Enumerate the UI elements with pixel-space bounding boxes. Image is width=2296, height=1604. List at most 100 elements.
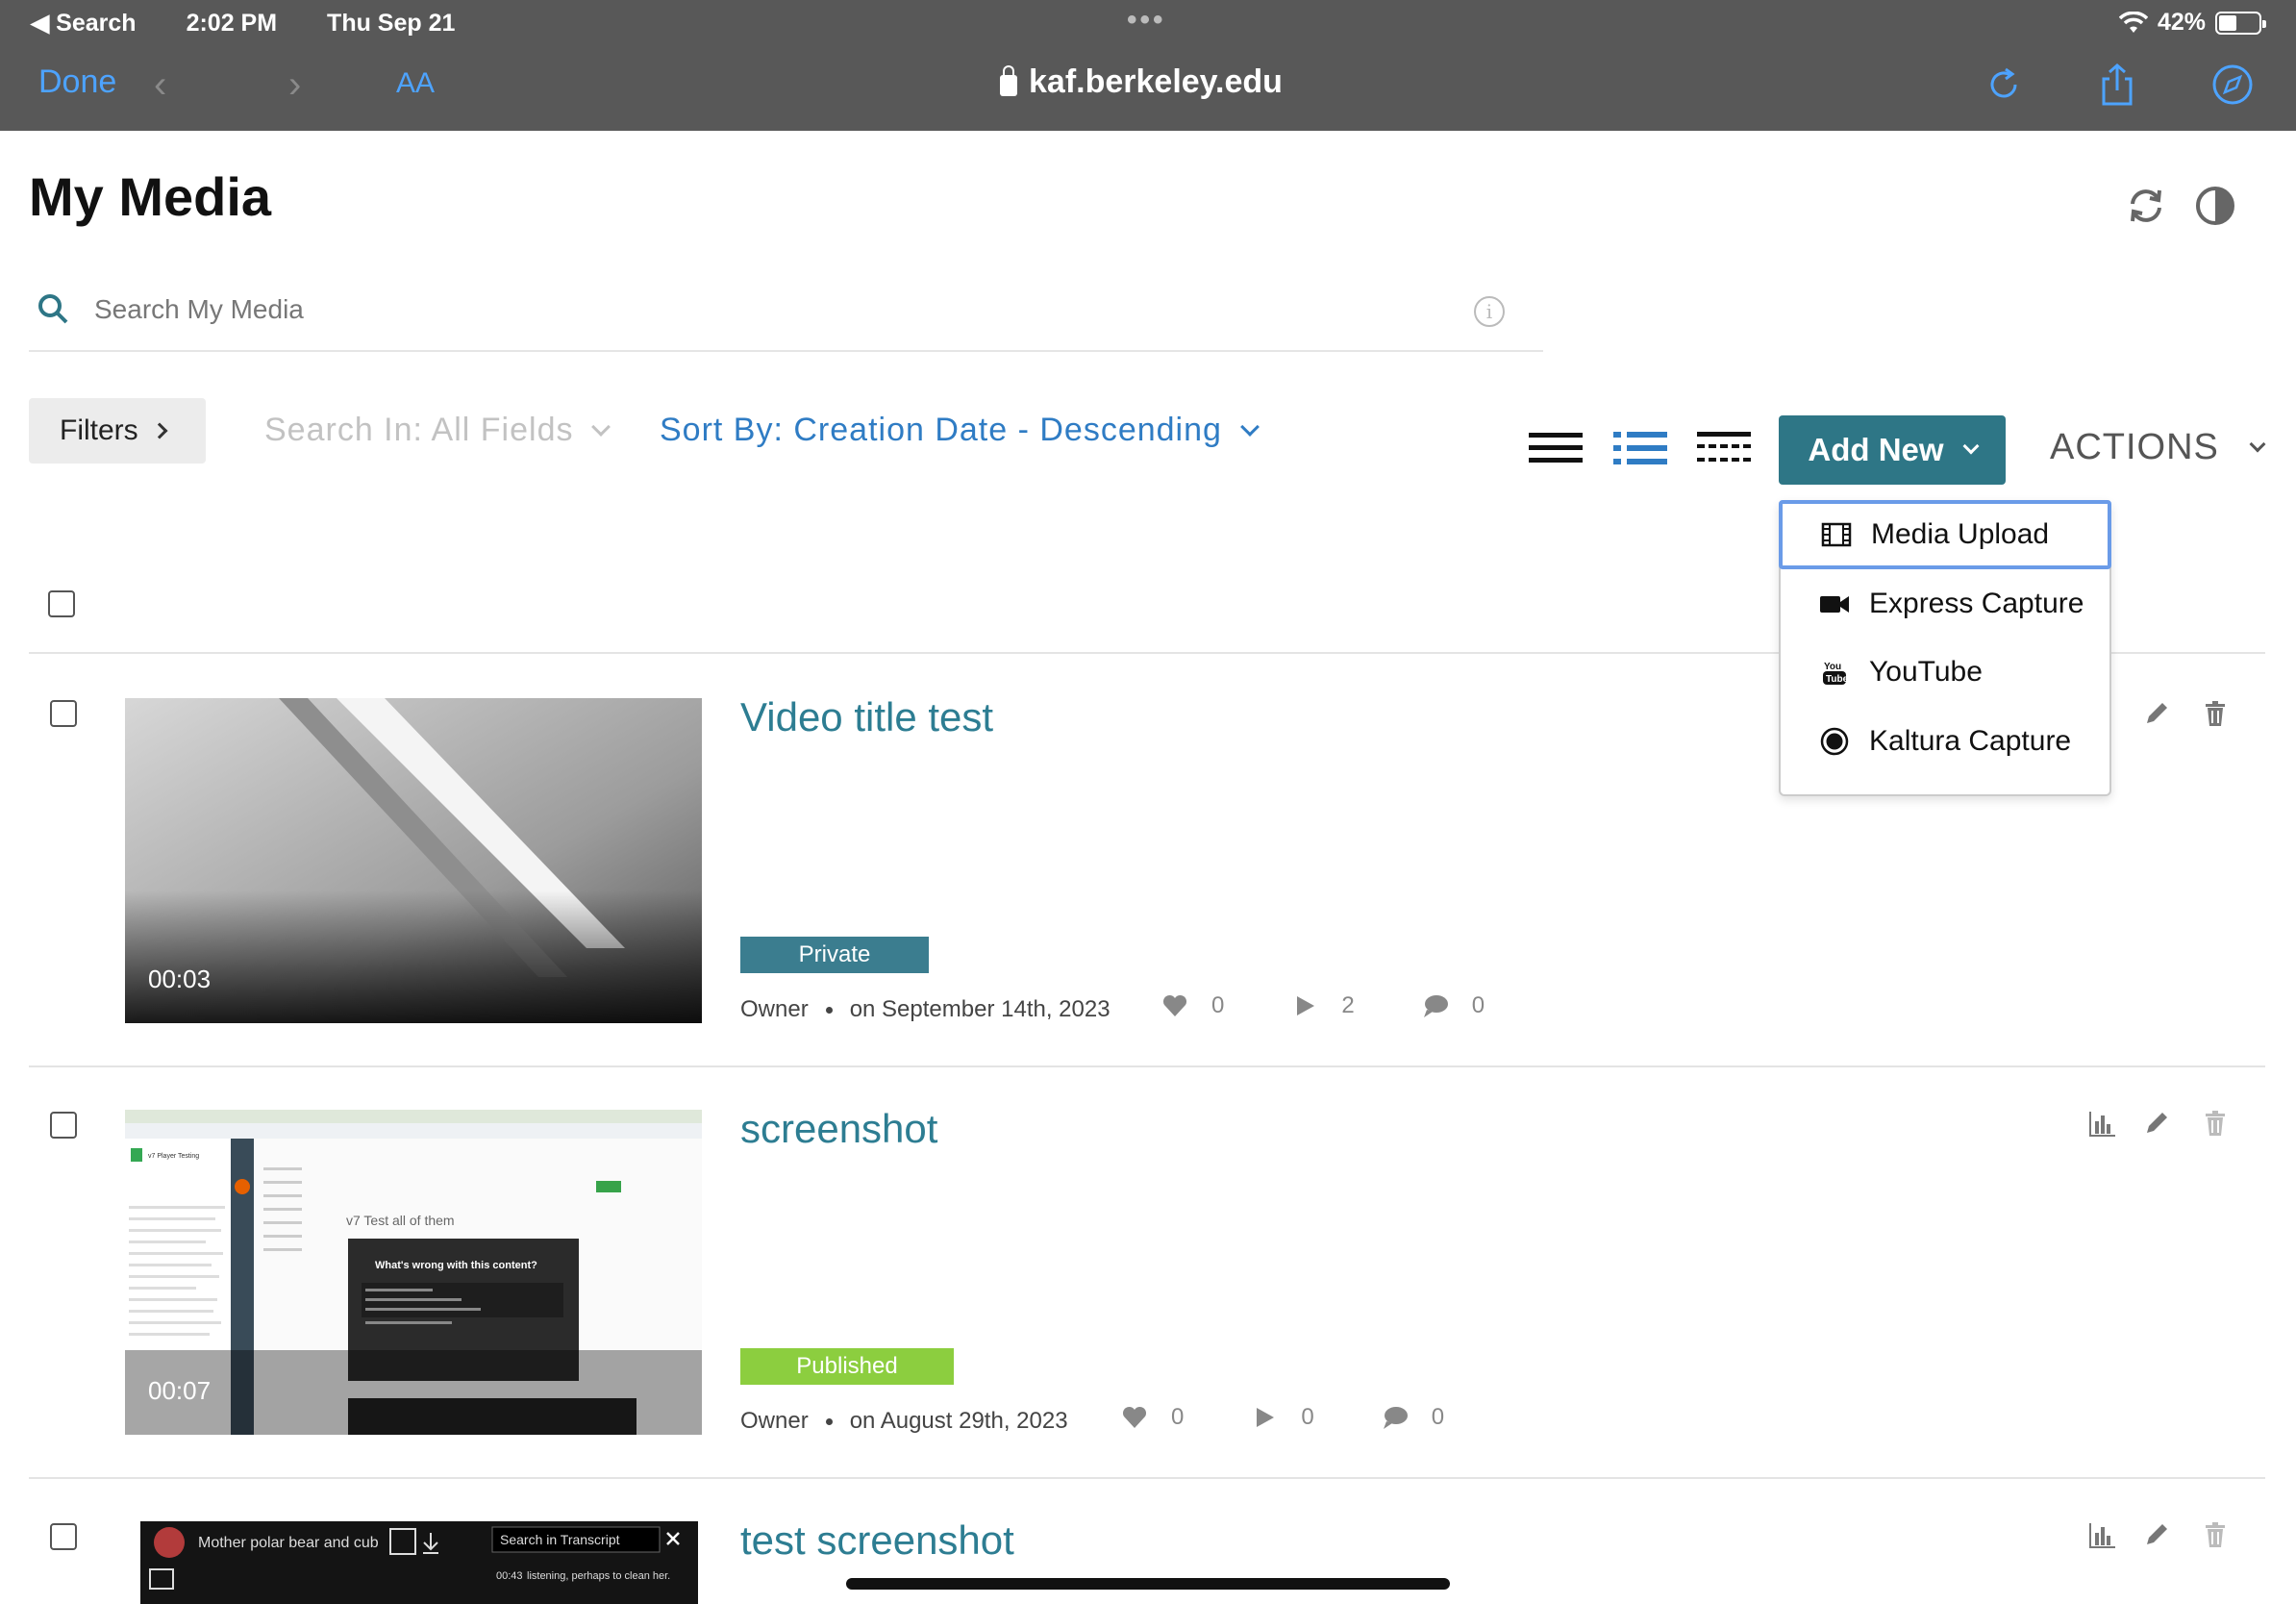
search-icon[interactable] bbox=[37, 292, 69, 325]
row-checkbox[interactable] bbox=[50, 1112, 77, 1139]
filters-button[interactable]: Filters bbox=[29, 398, 206, 464]
refresh-icon[interactable] bbox=[2125, 185, 2167, 227]
media-thumbnail[interactable]: v7 Player Testing v7 Test all of them Wh… bbox=[125, 1110, 702, 1435]
compass-icon[interactable] bbox=[2209, 62, 2256, 108]
status-badge: Private bbox=[740, 937, 929, 973]
add-new-menu: Media Upload Express Capture You Tube You… bbox=[1779, 500, 2111, 796]
sort-by-dropdown[interactable]: Sort By: Creation Date - Descending bbox=[660, 412, 1260, 449]
plays-count: 0 bbox=[1301, 1404, 1314, 1430]
thumb-video-title: Mother polar bear and cub bbox=[198, 1535, 379, 1551]
chevron-down-icon bbox=[1240, 416, 1260, 437]
browser-nav-bar: Done ‹ › AA kaf.berkeley.edu bbox=[0, 44, 2296, 131]
back-to-search-link[interactable]: ◀ Search bbox=[31, 9, 137, 38]
pencil-icon[interactable] bbox=[2141, 698, 2172, 729]
analytics-icon[interactable] bbox=[2086, 1108, 2117, 1139]
media-thumbnail[interactable]: Mother polar bear and cub Search in Tran… bbox=[140, 1521, 698, 1604]
back-arrow-icon[interactable]: ‹ bbox=[154, 63, 166, 107]
pencil-icon[interactable] bbox=[2141, 1108, 2172, 1139]
home-indicator bbox=[846, 1578, 1450, 1590]
detailed-list-view-icon[interactable] bbox=[1613, 429, 1667, 467]
comment-icon bbox=[1383, 1407, 1408, 1429]
video-camera-icon bbox=[1820, 596, 1849, 613]
menu-item-youtube[interactable]: You Tube YouTube bbox=[1781, 638, 2109, 707]
safari-top-bar: ◀ Search 2:02 PM Thu Sep 21 ••• 42% Done… bbox=[0, 0, 2296, 131]
thumbnail-view-icon[interactable] bbox=[1697, 429, 1751, 467]
thumb-transcript-search: Search in Transcript bbox=[500, 1532, 620, 1547]
url-bar[interactable]: kaf.berkeley.edu bbox=[1000, 63, 1283, 101]
play-icon bbox=[1257, 1408, 1275, 1427]
duration-label: 00:03 bbox=[148, 965, 212, 993]
row-checkbox[interactable] bbox=[50, 1523, 77, 1550]
media-thumbnail[interactable]: 00:03 bbox=[125, 698, 702, 1023]
media-stats: 0 2 0 bbox=[1161, 992, 1485, 1019]
page-title: My Media bbox=[29, 166, 272, 227]
text-size-button[interactable]: AA bbox=[396, 67, 435, 100]
film-icon bbox=[1821, 522, 1852, 547]
status-bar: ◀ Search 2:02 PM Thu Sep 21 ••• 42% bbox=[0, 0, 2296, 44]
menu-item-kaltura-capture[interactable]: Kaltura Capture bbox=[1781, 707, 2109, 776]
thumbnail-image: Mother polar bear and cub Search in Tran… bbox=[140, 1521, 698, 1604]
comments-count: 0 bbox=[1471, 992, 1485, 1018]
chevron-down-icon bbox=[2249, 436, 2266, 452]
thumb-transcript-text: listening, perhaps to clean her. bbox=[527, 1570, 670, 1582]
search-input[interactable] bbox=[94, 288, 1421, 331]
media-stats: 0 0 0 bbox=[1121, 1404, 1444, 1431]
media-meta: Owner on September 14th, 2023 bbox=[740, 996, 1111, 1023]
select-all-checkbox[interactable] bbox=[48, 590, 75, 617]
heart-icon bbox=[1162, 994, 1187, 1016]
add-new-button[interactable]: Add New bbox=[1779, 415, 2006, 485]
multitasking-dots-icon[interactable]: ••• bbox=[1127, 4, 1166, 37]
actions-label: ACTIONS bbox=[2050, 427, 2219, 467]
media-title-link[interactable]: screenshot bbox=[740, 1106, 937, 1152]
chevron-down-icon bbox=[1962, 438, 1980, 455]
chevron-down-icon bbox=[591, 416, 611, 437]
plays-count: 2 bbox=[1341, 992, 1355, 1018]
compact-view-icon[interactable] bbox=[1529, 429, 1583, 467]
done-button[interactable]: Done bbox=[38, 63, 116, 101]
media-title-link[interactable]: test screenshot bbox=[740, 1517, 1014, 1564]
record-icon bbox=[1820, 727, 1849, 756]
contrast-icon[interactable] bbox=[2194, 185, 2236, 227]
status-badge: Published bbox=[740, 1348, 954, 1385]
likes-count: 0 bbox=[1171, 1404, 1185, 1430]
actions-dropdown[interactable]: ACTIONS bbox=[2050, 427, 2266, 468]
comments-count: 0 bbox=[1431, 1404, 1445, 1430]
creation-date: on September 14th, 2023 bbox=[849, 996, 1111, 1022]
menu-item-express-capture[interactable]: Express Capture bbox=[1781, 569, 2109, 639]
status-time: 2:02 PM bbox=[186, 9, 278, 37]
share-icon[interactable] bbox=[2094, 62, 2140, 108]
sort-by-label: Sort By: Creation Date - Descending bbox=[660, 412, 1222, 448]
wifi-icon bbox=[2118, 11, 2148, 33]
heart-icon bbox=[1122, 1406, 1147, 1428]
pencil-icon[interactable] bbox=[2141, 1519, 2172, 1550]
media-meta: Owner on August 29th, 2023 bbox=[740, 1408, 1068, 1435]
comment-icon bbox=[1423, 995, 1448, 1017]
search-bar: i bbox=[29, 279, 1543, 352]
analytics-icon[interactable] bbox=[2086, 1519, 2117, 1550]
add-new-label: Add New bbox=[1808, 432, 1944, 467]
chevron-right-icon bbox=[151, 422, 168, 439]
owner-label: Owner bbox=[740, 996, 809, 1022]
thumbnail-image: v7 Player Testing v7 Test all of them Wh… bbox=[125, 1110, 702, 1435]
separator-dot bbox=[825, 1417, 833, 1425]
reload-icon[interactable] bbox=[1981, 62, 2027, 108]
filters-label: Filters bbox=[60, 414, 138, 446]
row-checkbox[interactable] bbox=[50, 700, 77, 727]
menu-item-media-upload[interactable]: Media Upload bbox=[1779, 500, 2111, 569]
trash-icon[interactable] bbox=[2200, 1108, 2231, 1139]
play-icon bbox=[1297, 996, 1315, 1015]
menu-item-label: Kaltura Capture bbox=[1869, 725, 2072, 757]
list-divider bbox=[29, 1477, 2265, 1479]
svg-text:You: You bbox=[1824, 662, 1841, 672]
thumbnail-image bbox=[125, 698, 702, 1023]
separator-dot bbox=[825, 1006, 833, 1014]
search-in-dropdown[interactable]: Search In: All Fields bbox=[264, 412, 611, 449]
media-title-link[interactable]: Video title test bbox=[740, 694, 993, 740]
thumb-content-title: v7 Test all of them bbox=[346, 1213, 455, 1228]
trash-icon[interactable] bbox=[2200, 698, 2231, 729]
forward-arrow-icon[interactable]: › bbox=[288, 63, 301, 107]
trash-icon[interactable] bbox=[2200, 1519, 2231, 1550]
svg-text:Tube: Tube bbox=[1826, 674, 1849, 685]
info-icon[interactable]: i bbox=[1474, 296, 1505, 327]
thumb-sheet-title: v7 Player Testing bbox=[148, 1153, 199, 1160]
